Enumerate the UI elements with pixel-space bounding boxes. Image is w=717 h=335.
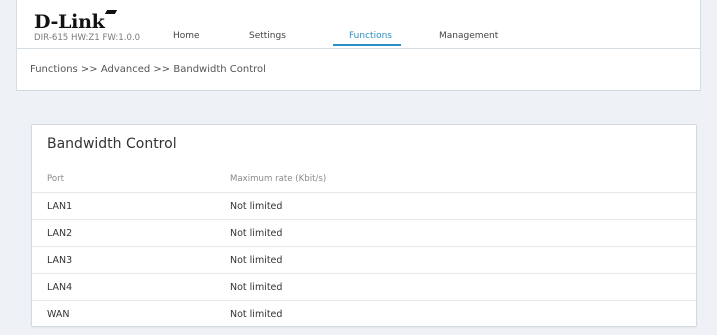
nav-settings[interactable]: Settings: [249, 31, 286, 41]
table-row[interactable]: WAN Not limited: [32, 300, 696, 327]
bandwidth-control-panel: Bandwidth Control Port Maximum rate (Kbi…: [31, 124, 697, 327]
device-model-info: DIR-615 HW:Z1 FW:1.0.0: [34, 33, 141, 43]
table-row[interactable]: LAN3 Not limited: [32, 246, 696, 274]
table-row[interactable]: LAN1 Not limited: [32, 192, 696, 220]
nav-management[interactable]: Management: [439, 31, 498, 41]
page: D-Link DIR-615 HW:Z1 FW:1.0.0 Home Setti…: [0, 0, 717, 335]
port-cell: WAN: [32, 300, 230, 327]
table-row[interactable]: LAN4 Not limited: [32, 273, 696, 301]
rate-cell: Not limited: [230, 273, 696, 301]
port-cell: LAN4: [32, 273, 230, 301]
panel-title: Bandwidth Control: [47, 136, 177, 152]
logo-wedge-icon: [104, 10, 118, 14]
table-header-row: Port Maximum rate (Kbit/s): [32, 166, 696, 193]
rate-cell: Not limited: [230, 300, 696, 327]
breadcrumb: Functions >> Advanced >> Bandwidth Contr…: [30, 64, 266, 75]
breadcrumb-bar: Functions >> Advanced >> Bandwidth Contr…: [16, 48, 701, 91]
port-cell: LAN1: [32, 192, 230, 220]
table-row[interactable]: LAN2 Not limited: [32, 219, 696, 247]
rate-cell: Not limited: [230, 219, 696, 247]
rate-cell: Not limited: [230, 192, 696, 220]
port-cell: LAN3: [32, 246, 230, 274]
dlink-logo[interactable]: D-Link: [34, 12, 105, 32]
rate-cell: Not limited: [230, 246, 696, 274]
column-header-max-rate: Maximum rate (Kbit/s): [230, 174, 327, 184]
bandwidth-table: Port Maximum rate (Kbit/s) LAN1 Not limi…: [32, 166, 696, 327]
top-header: D-Link DIR-615 HW:Z1 FW:1.0.0 Home Setti…: [16, 0, 701, 48]
nav-home[interactable]: Home: [173, 31, 200, 41]
port-cell: LAN2: [32, 219, 230, 247]
nav-active-indicator: [333, 44, 401, 46]
nav-functions[interactable]: Functions: [349, 31, 392, 41]
column-header-port: Port: [47, 174, 65, 184]
